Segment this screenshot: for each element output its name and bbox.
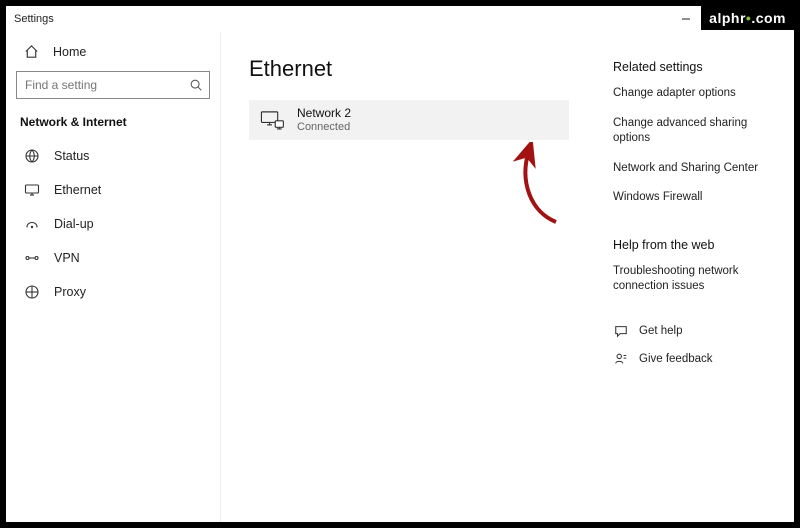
proxy-icon: [24, 284, 40, 300]
search-input[interactable]: [25, 78, 189, 92]
link-change-adapter-options[interactable]: Change adapter options: [613, 86, 782, 102]
link-network-sharing-center[interactable]: Network and Sharing Center: [613, 161, 782, 177]
get-help-label: Get help: [639, 325, 682, 337]
sidebar-section-title: Network & Internet: [6, 109, 220, 139]
sidebar-item-label: Ethernet: [54, 183, 101, 197]
sidebar-item-label: Dial-up: [54, 217, 94, 231]
settings-window: Settings Home: [6, 6, 794, 522]
give-feedback-link[interactable]: Give feedback: [613, 351, 782, 367]
get-help-icon: [613, 323, 629, 339]
home-icon: [24, 44, 39, 59]
sidebar-item-proxy[interactable]: Proxy: [6, 275, 220, 309]
sidebar: Home Network & Internet Status: [6, 32, 221, 522]
annotation-arrow-icon: [511, 142, 571, 232]
dialup-icon: [24, 216, 40, 232]
sidebar-item-ethernet[interactable]: Ethernet: [6, 173, 220, 207]
connection-status: Connected: [297, 121, 351, 134]
sidebar-item-label: Status: [54, 149, 89, 163]
get-help-link[interactable]: Get help: [613, 323, 782, 339]
sidebar-item-label: VPN: [54, 251, 80, 265]
sidebar-item-label: Proxy: [54, 285, 86, 299]
vpn-icon: [24, 250, 40, 266]
content-area: Home Network & Internet Status: [6, 32, 794, 522]
feedback-icon: [613, 351, 629, 367]
minimize-button[interactable]: [666, 6, 706, 32]
link-windows-firewall[interactable]: Windows Firewall: [613, 190, 782, 206]
sidebar-nav: Status Ethernet Dial-up: [6, 139, 220, 309]
status-icon: [24, 148, 40, 164]
network-connection-card[interactable]: Network 2 Connected: [249, 100, 569, 140]
titlebar: Settings: [6, 6, 794, 32]
watermark: alphr•.com: [701, 6, 794, 30]
sidebar-item-vpn[interactable]: VPN: [6, 241, 220, 275]
sidebar-item-dialup[interactable]: Dial-up: [6, 207, 220, 241]
main-panel: Ethernet Network 2 Connected: [221, 32, 609, 522]
search-icon: [189, 78, 203, 92]
watermark-suffix: .com: [751, 10, 786, 26]
connection-name: Network 2: [297, 107, 351, 121]
search-box[interactable]: [16, 71, 210, 99]
feedback-label: Give feedback: [639, 353, 713, 365]
page-heading: Ethernet: [249, 56, 585, 82]
sidebar-item-status[interactable]: Status: [6, 139, 220, 173]
home-label: Home: [53, 45, 86, 59]
window-title: Settings: [14, 13, 54, 25]
link-change-advanced-sharing[interactable]: Change advanced sharing options: [613, 116, 782, 147]
home-link[interactable]: Home: [6, 38, 220, 69]
link-troubleshoot-network[interactable]: Troubleshooting network connection issue…: [613, 264, 782, 295]
ethernet-icon: [24, 182, 40, 198]
network-pc-icon: [259, 107, 285, 133]
watermark-text: alphr: [709, 10, 746, 26]
right-column: Related settings Change adapter options …: [609, 32, 794, 522]
related-settings-heading: Related settings: [613, 60, 782, 74]
help-heading: Help from the web: [613, 238, 782, 252]
